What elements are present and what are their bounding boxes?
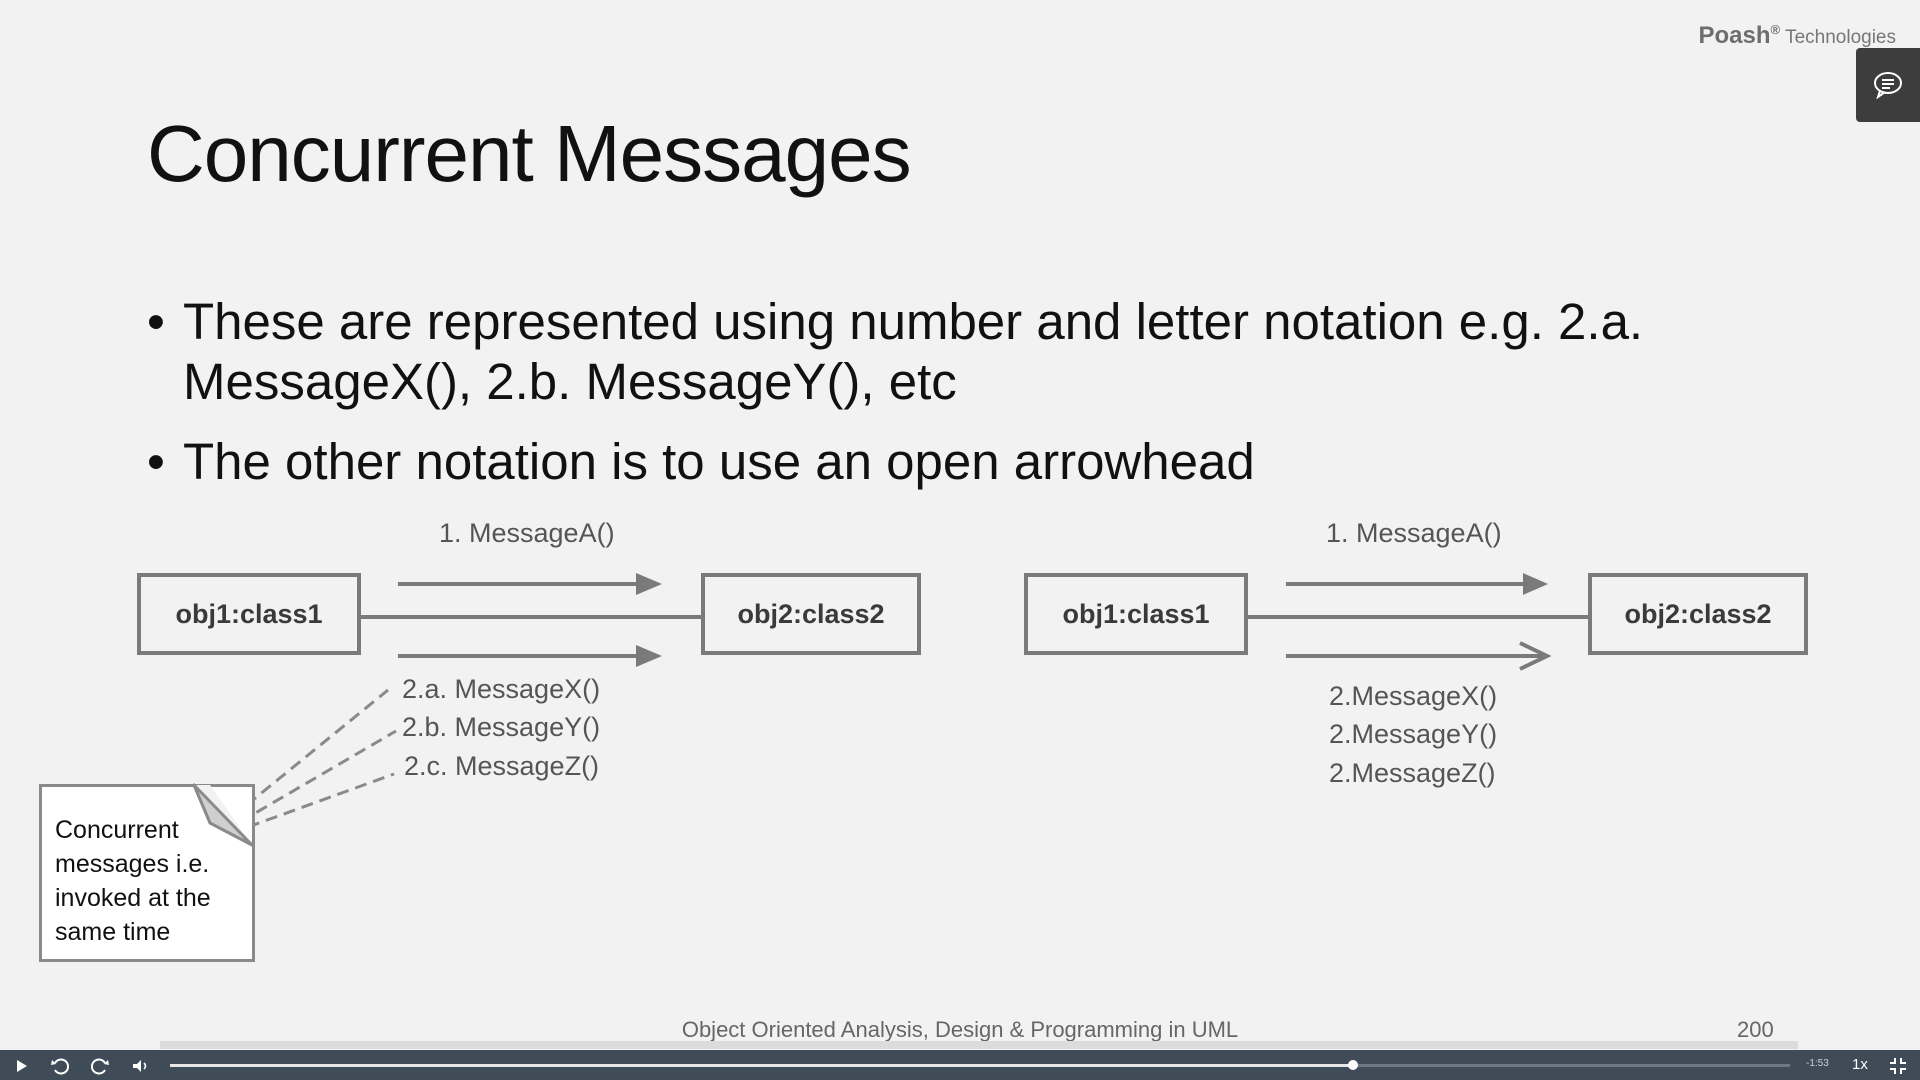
- player-controls: -1:53 1x: [0, 1050, 1920, 1080]
- slide-footer: Object Oriented Analysis, Design & Progr…: [681, 1017, 1239, 1042]
- forward-icon[interactable]: [89, 1055, 111, 1077]
- msg-z-label-right: 2.MessageZ(): [1329, 758, 1496, 788]
- time-remaining: -1:53: [1806, 1058, 1829, 1069]
- progress-track[interactable]: [170, 1060, 1790, 1070]
- note-fold: [192, 783, 254, 847]
- footer-strip: [160, 1041, 1798, 1049]
- msg-a-label-left: 1. MessageA(): [439, 518, 615, 548]
- note-connector-3: [247, 772, 395, 829]
- progress-knob[interactable]: [1347, 1060, 1358, 1070]
- msg-x-label-left: 2.a. MessageX(): [402, 674, 601, 704]
- obj2-box-left: obj2:class2: [701, 573, 921, 655]
- msg-x-label-right: 2.MessageX(): [1329, 681, 1498, 711]
- volume-icon[interactable]: [129, 1055, 151, 1077]
- msg-z-label-left: 2.c. MessageZ(): [404, 751, 600, 781]
- arrowhead-msg-x-left: [636, 645, 662, 667]
- fullscreen-exit-icon[interactable]: [1887, 1055, 1909, 1077]
- arrowhead-msg-a-right: [1523, 573, 1548, 595]
- msg-a-label-right: 1. MessageA(): [1326, 518, 1502, 548]
- arrowhead-msg-a-left: [636, 573, 662, 595]
- obj1-box-right: obj1:class1: [1024, 573, 1248, 655]
- obj2-box-right: obj2:class2: [1588, 573, 1808, 655]
- diagram-lines: [231, 573, 1590, 829]
- rewind-icon[interactable]: [49, 1055, 71, 1077]
- note-text: Concurrent messages i.e. invoked at the …: [55, 816, 211, 946]
- msg-y-label-left: 2.b. MessageY(): [402, 712, 601, 742]
- play-icon[interactable]: [10, 1055, 32, 1077]
- msg-y-label-right: 2.MessageY(): [1329, 719, 1498, 749]
- progress-fill: [170, 1064, 1353, 1067]
- obj1-box-left: obj1:class1: [137, 573, 361, 655]
- speed-button[interactable]: 1x: [1852, 1056, 1868, 1073]
- note-connector-2: [239, 729, 397, 824]
- page-number: 200: [1737, 1017, 1774, 1042]
